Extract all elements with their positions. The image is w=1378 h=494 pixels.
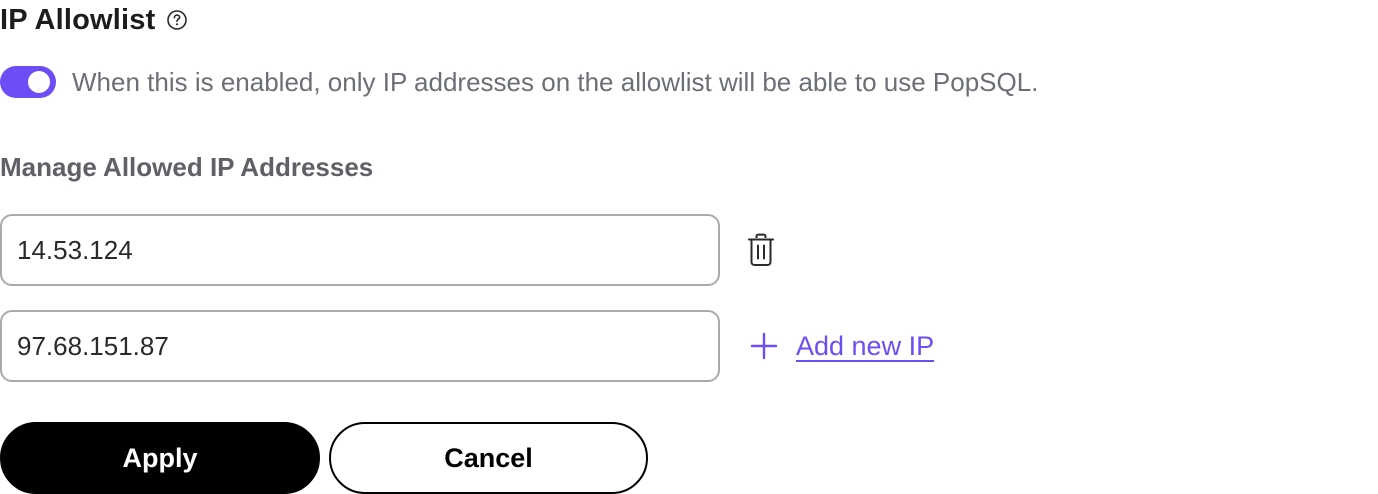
ip-address-input[interactable] [0, 310, 720, 382]
ip-entry-row: Add new IP [0, 310, 934, 382]
page-title: IP Allowlist [0, 3, 156, 36]
allowlist-toggle[interactable] [0, 66, 56, 98]
manage-section-label: Manage Allowed IP Addresses [0, 152, 374, 182]
cancel-button[interactable]: Cancel [329, 422, 648, 494]
add-new-ip-button[interactable]: Add new IP [750, 331, 934, 362]
apply-button[interactable]: Apply [0, 422, 320, 494]
trash-icon[interactable] [746, 232, 776, 268]
ip-address-input[interactable] [0, 214, 720, 286]
toggle-description: When this is enabled, only IP addresses … [72, 66, 1039, 97]
plus-icon [750, 332, 778, 360]
title-row: IP Allowlist [0, 2, 188, 38]
allowlist-toggle-row: When this is enabled, only IP addresses … [0, 64, 1038, 100]
add-new-ip-link[interactable]: Add new IP [796, 331, 934, 362]
form-actions: Apply Cancel [0, 422, 648, 494]
toggle-knob [28, 71, 50, 93]
question-circle-icon[interactable] [166, 9, 188, 31]
ip-entry-row [0, 214, 776, 286]
